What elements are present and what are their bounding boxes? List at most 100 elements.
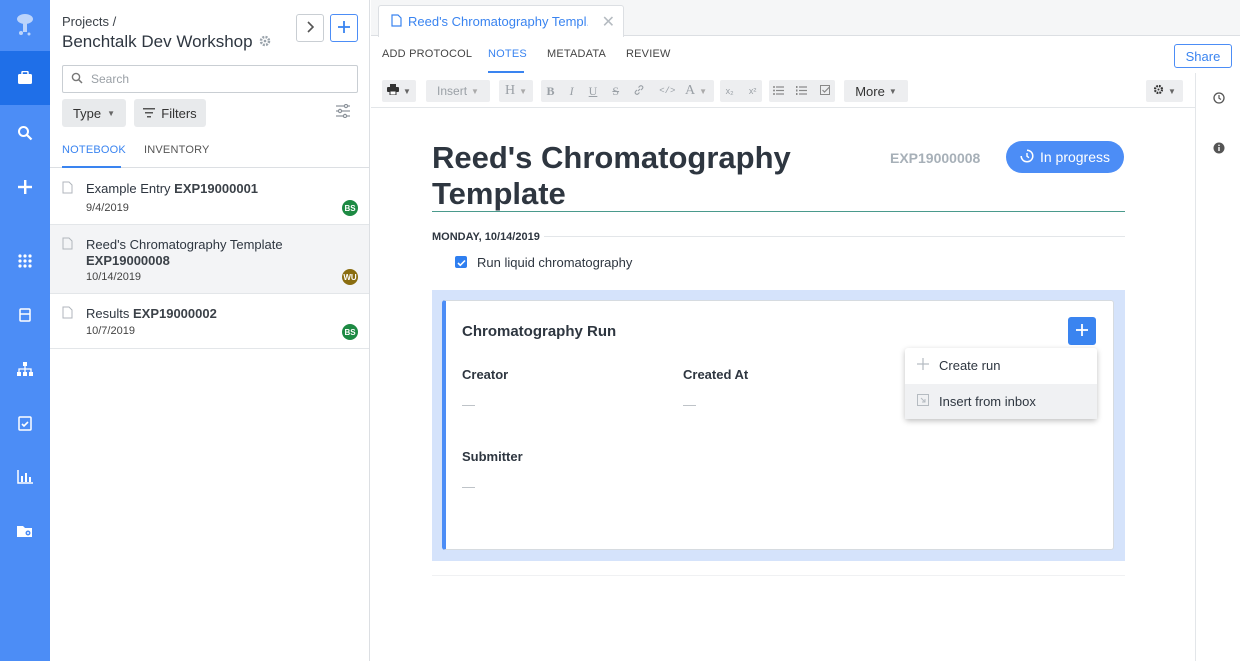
tab-notes[interactable]: NOTES — [488, 48, 527, 60]
document-content: Reed's Chromatography Template EXP190000… — [371, 108, 1195, 661]
document-tab[interactable]: Reed's Chromatography Templ... ✕ — [378, 5, 624, 37]
main-area: Reed's Chromatography Templ... ✕ ADD PRO… — [371, 0, 1240, 661]
plus-icon — [917, 358, 929, 373]
field-label-submitter: Submitter — [462, 449, 523, 464]
project-panel: Projects / Benchtalk Dev Workshop Type ▼… — [50, 0, 370, 661]
add-run-menu: Create run Insert from inbox — [905, 348, 1097, 419]
experiment-id: EXP19000008 — [890, 150, 981, 166]
briefcase-icon[interactable] — [0, 51, 50, 105]
clipboard-check-icon[interactable] — [0, 396, 50, 450]
menu-item-insert-from-inbox[interactable]: Insert from inbox — [905, 384, 1097, 419]
gear-icon[interactable] — [259, 35, 271, 50]
caret-down-icon: ▼ — [1168, 86, 1176, 96]
field-label-created-at: Created At — [683, 367, 749, 382]
caret-down-icon: ▼ — [107, 108, 116, 118]
list-item[interactable]: Results EXP19000002 10/7/2019 BS — [50, 294, 369, 349]
history-clock-icon[interactable] — [1213, 92, 1225, 107]
apps-icon[interactable] — [0, 234, 50, 288]
heading-dropdown[interactable]: H ▼ — [499, 80, 533, 102]
format-group: B I U S </> — [541, 80, 681, 102]
plus-icon — [1075, 323, 1089, 340]
insert-label: Insert — [437, 84, 468, 98]
document-tab-label: Reed's Chromatography Templ... — [408, 14, 588, 29]
search-input[interactable] — [91, 72, 341, 86]
bold-button[interactable]: B — [547, 84, 555, 99]
panel-tabs: NOTEBOOK INVENTORY — [50, 138, 369, 168]
search-icon[interactable] — [0, 106, 50, 160]
expand-button[interactable] — [296, 14, 324, 42]
checklist-icon[interactable] — [819, 84, 831, 98]
bar-chart-icon[interactable] — [0, 450, 50, 504]
more-label: More — [855, 83, 885, 99]
list-item[interactable]: Reed's Chromatography Template EXP1900000… — [50, 225, 369, 294]
run-card-container: Chromatography Run Creator — Created At … — [432, 290, 1125, 561]
new-entry-button[interactable] — [330, 14, 358, 42]
list-item[interactable]: Example Entry EXP19000001 9/4/2019 BS — [50, 169, 369, 225]
share-button[interactable]: Share — [1174, 44, 1232, 68]
editor-toolbar: ▼ Insert ▼ H ▼ B I U S </> A ▼ x₂ x² Mor… — [371, 74, 1195, 108]
status-badge[interactable]: In progress — [1006, 141, 1124, 173]
document-icon — [62, 237, 73, 253]
filters-label: Filters — [161, 105, 197, 121]
day-heading: MONDAY, 10/14/2019 — [432, 231, 540, 243]
tab-notebook[interactable]: NOTEBOOK — [62, 144, 126, 156]
font-color-label: A — [684, 83, 696, 98]
field-value-created-at[interactable]: — — [683, 397, 696, 412]
task-label[interactable]: Run liquid chromatography — [477, 255, 632, 270]
menu-item-create-run[interactable]: Create run — [905, 348, 1097, 383]
close-icon[interactable]: ✕ — [602, 12, 615, 32]
active-tab-indicator — [488, 71, 524, 73]
print-button[interactable]: ▼ — [382, 80, 416, 102]
entry-date: 10/7/2019 — [86, 325, 135, 337]
plus-icon[interactable] — [0, 160, 50, 214]
italic-button[interactable]: I — [570, 84, 574, 99]
entry-title: Reed's Chromatography Template EXP1900000… — [86, 237, 283, 268]
hierarchy-icon[interactable] — [0, 342, 50, 396]
divider — [544, 236, 1125, 237]
logo-icon[interactable] — [0, 0, 50, 50]
field-label-creator: Creator — [462, 367, 509, 382]
strikethrough-button[interactable]: S — [612, 84, 619, 99]
code-icon[interactable]: </> — [659, 86, 675, 96]
entry-title: Results EXP19000002 — [86, 306, 217, 321]
tab-metadata[interactable]: METADATA — [547, 48, 606, 60]
numbered-list-icon[interactable] — [796, 84, 808, 98]
link-icon[interactable] — [634, 84, 644, 99]
avatar: BS — [342, 324, 358, 340]
tab-inventory[interactable]: INVENTORY — [144, 144, 210, 156]
document-icon — [62, 181, 73, 197]
filter-icon — [143, 106, 156, 121]
add-run-button[interactable] — [1068, 317, 1096, 345]
heading-label: H — [504, 83, 516, 98]
type-dropdown[interactable]: Type ▼ — [62, 99, 126, 127]
tab-add-protocol[interactable]: ADD PROTOCOL — [382, 48, 472, 60]
folder-settings-icon[interactable] — [0, 504, 50, 558]
layout-icon[interactable] — [0, 288, 50, 342]
field-value-creator[interactable]: — — [462, 397, 475, 412]
settings-sliders-icon[interactable] — [335, 103, 351, 121]
script-group: x₂ x² — [720, 80, 762, 102]
settings-dropdown[interactable]: ▼ — [1146, 80, 1183, 102]
underline-button[interactable]: U — [589, 84, 598, 99]
insert-from-inbox-label: Insert from inbox — [939, 394, 1036, 409]
bullet-list-icon[interactable] — [773, 84, 785, 98]
caret-down-icon: ▼ — [699, 86, 708, 96]
info-icon[interactable] — [1213, 142, 1225, 157]
document-nav-tabs: ADD PROTOCOL NOTES METADATA REVIEW — [371, 37, 1240, 73]
caret-down-icon: ▼ — [471, 86, 479, 96]
superscript-button[interactable]: x² — [749, 86, 757, 96]
gear-icon — [1153, 84, 1164, 98]
subscript-button[interactable]: x₂ — [726, 86, 734, 96]
document-title[interactable]: Reed's Chromatography Template — [432, 140, 872, 212]
project-title-text: Benchtalk Dev Workshop — [62, 32, 253, 51]
filters-button[interactable]: Filters — [134, 99, 206, 127]
divider — [432, 575, 1125, 576]
task-checkbox[interactable] — [455, 256, 467, 268]
insert-dropdown[interactable]: Insert ▼ — [426, 80, 490, 102]
right-side-rail — [1195, 73, 1240, 661]
tab-review[interactable]: REVIEW — [626, 48, 671, 60]
field-value-submitter[interactable]: — — [462, 479, 475, 494]
more-dropdown[interactable]: More ▼ — [844, 80, 908, 102]
font-color-dropdown[interactable]: A ▼ — [678, 80, 714, 102]
breadcrumb[interactable]: Projects / — [62, 14, 116, 29]
